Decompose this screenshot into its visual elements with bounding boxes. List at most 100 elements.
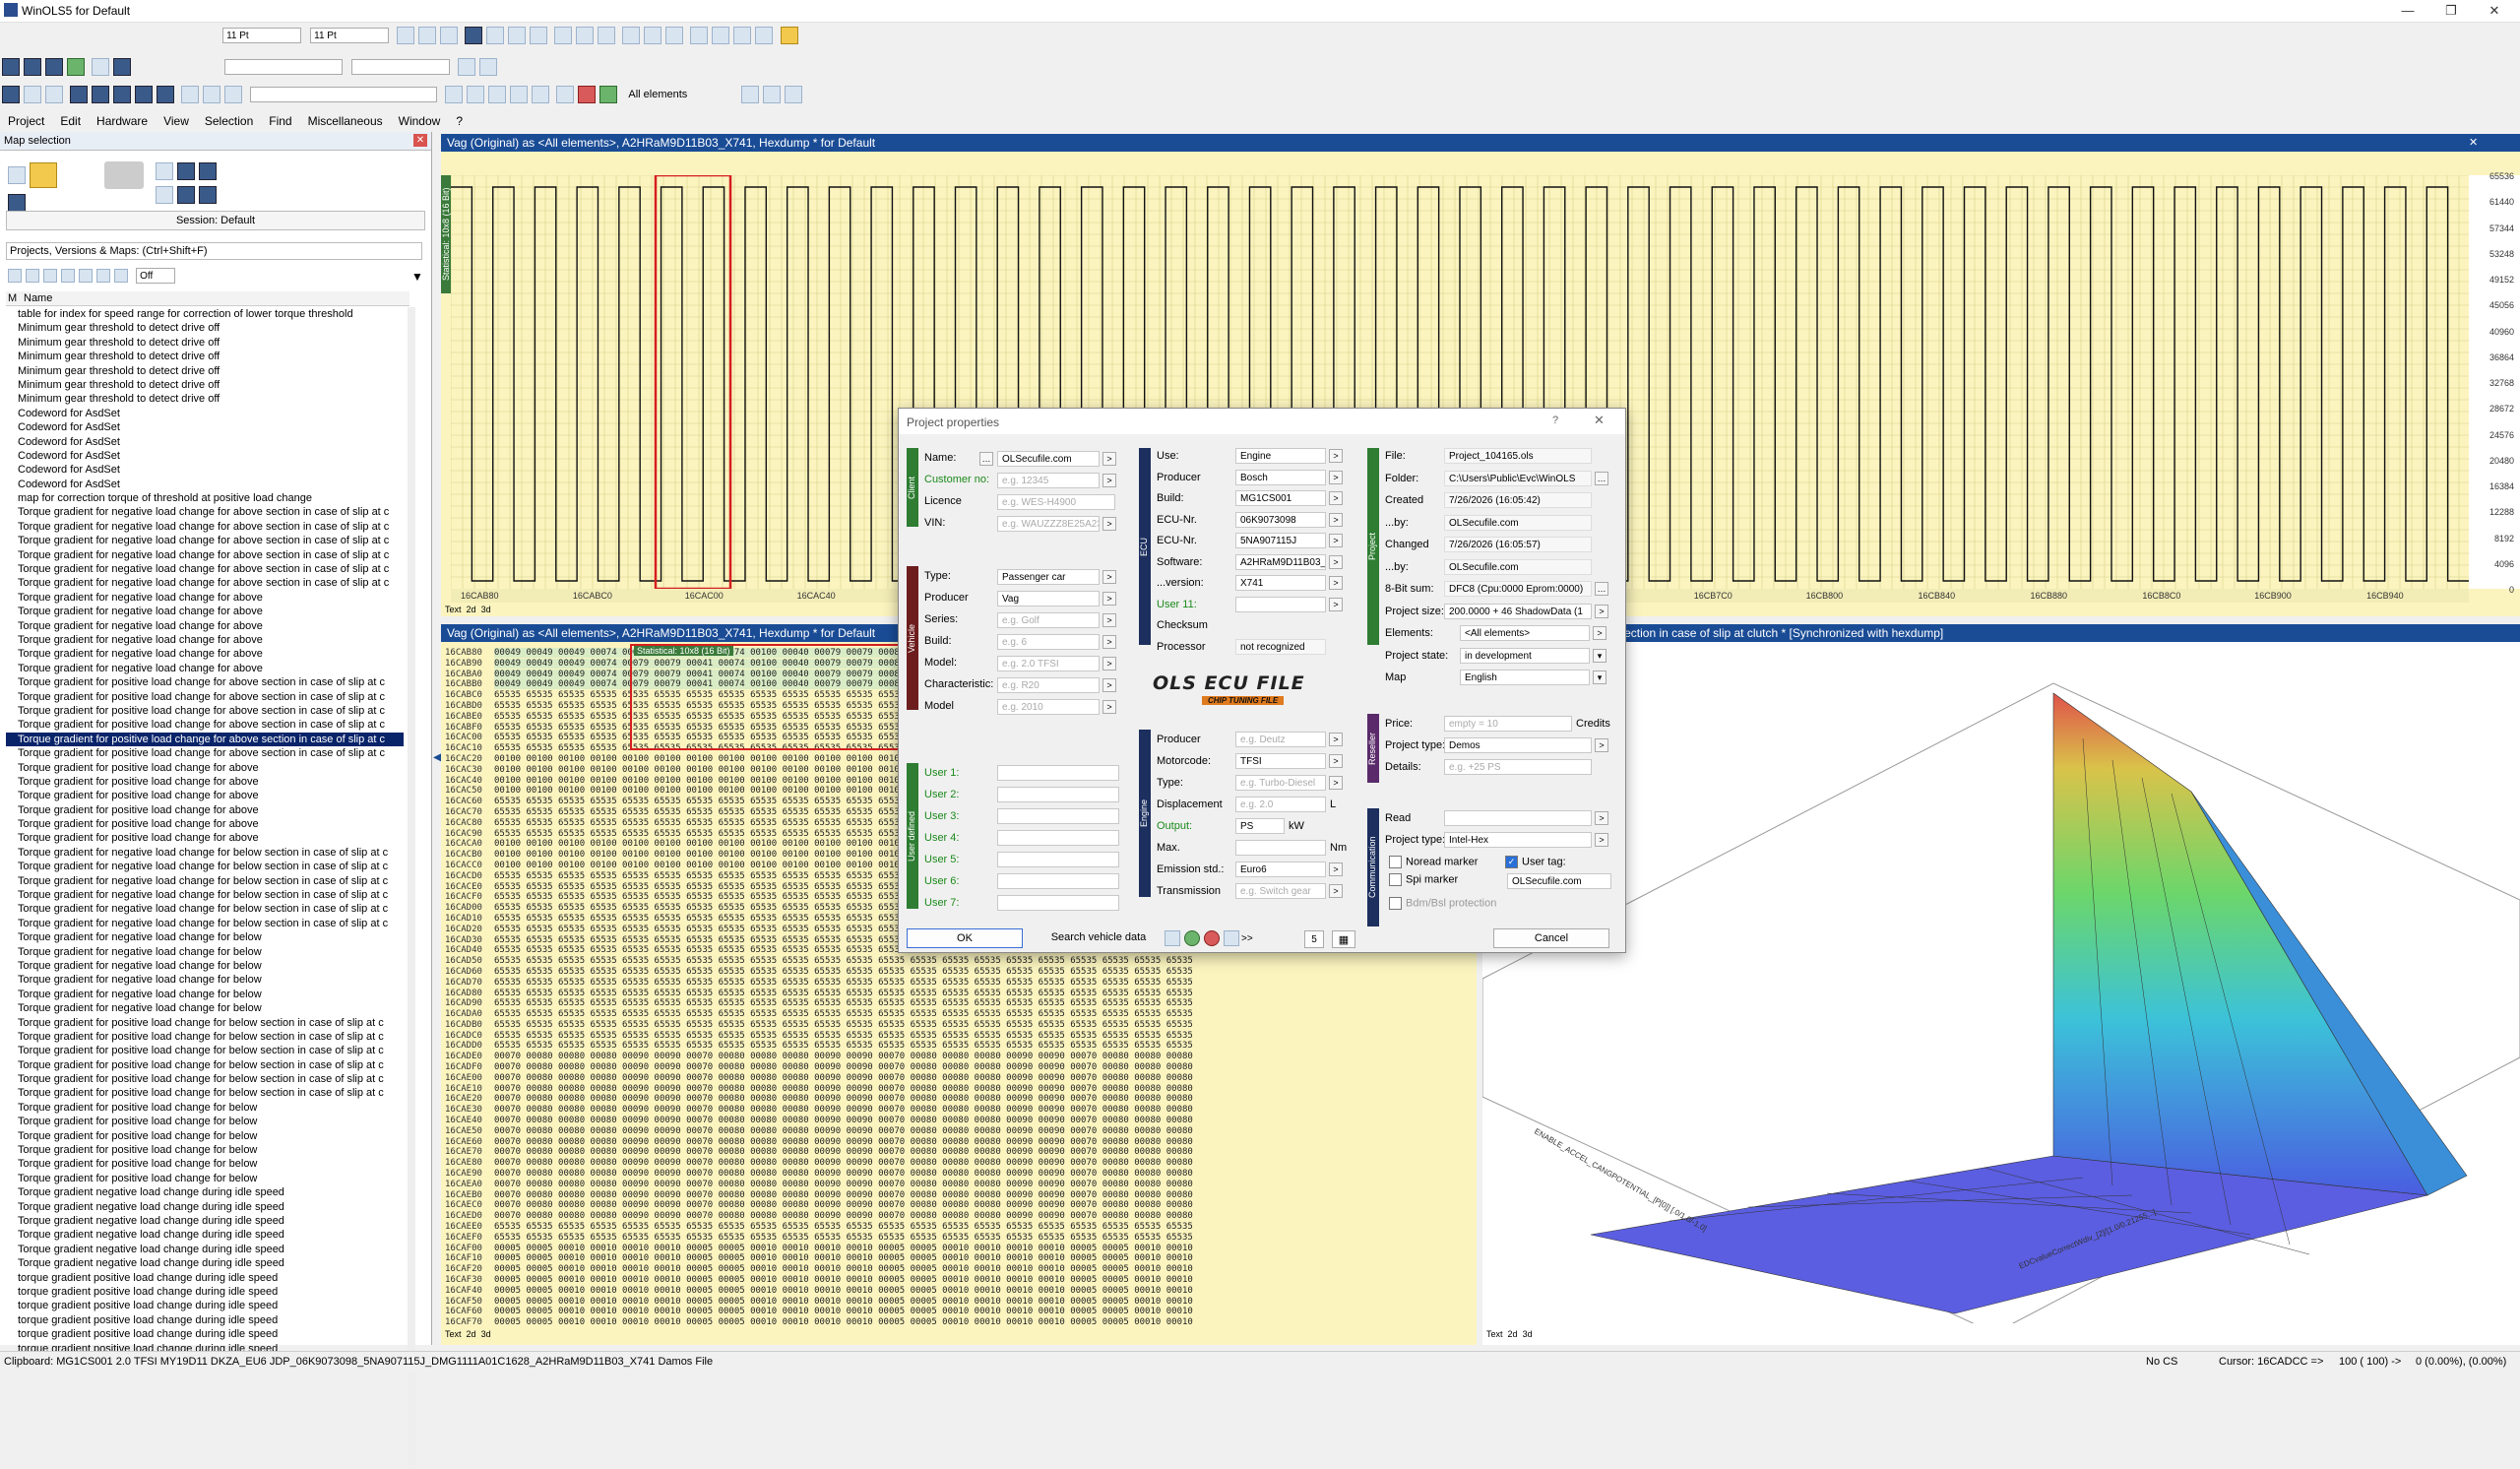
map-list-item[interactable]: Minimum gear threshold to detect drive o… [6, 364, 404, 378]
calc-button[interactable]: ▦ [1332, 930, 1355, 948]
dialog-close-button[interactable]: ✕ [1594, 413, 1605, 428]
sum-button[interactable]: … [1595, 582, 1608, 596]
engine-type-button[interactable]: > [1329, 776, 1343, 790]
map-list-item[interactable]: Torque gradient for negative load change… [6, 591, 404, 605]
menu-help[interactable]: ? [448, 112, 471, 130]
pointer-left-icon[interactable] [445, 86, 464, 103]
hex-row[interactable]: 16CAE70 00070 00080 00080 00080 00090 000… [441, 1147, 1477, 1158]
chart-panel-close[interactable]: ✕ [2469, 136, 2478, 149]
map-list-item[interactable]: Torque gradient for negative load change… [6, 534, 404, 547]
map-list-item[interactable]: Torque gradient negative load change dur… [6, 1200, 404, 1214]
count-field[interactable]: 5 [1304, 930, 1324, 948]
characteristic-field[interactable]: e.g. R20 [997, 677, 1100, 693]
first-icon[interactable] [70, 86, 89, 103]
hex-row[interactable]: 16CAE00 00070 00080 00080 00080 00090 000… [441, 1073, 1477, 1084]
hex-row[interactable]: 16CAE40 00070 00080 00080 00080 00090 000… [441, 1116, 1477, 1126]
customer-field[interactable]: e.g. 12345 [997, 473, 1100, 488]
hex-row[interactable]: 16CAE30 00070 00080 00080 00080 00090 000… [441, 1105, 1477, 1116]
view3d-tab-2d[interactable]: 2d [1508, 1329, 1518, 1339]
customer-arrow-button[interactable]: > [1102, 474, 1116, 487]
map-list-item[interactable]: Codeword for AsdSet [6, 435, 404, 449]
import-folder-icon[interactable] [104, 161, 144, 189]
vehicle-db-icon[interactable] [1165, 930, 1180, 946]
hex-row[interactable]: 16CAF30 00005 00005 00010 00010 00010 000… [441, 1275, 1477, 1286]
view3d-tab-text[interactable]: Text [1486, 1329, 1503, 1339]
max-field[interactable] [1235, 840, 1326, 856]
more-icon[interactable]: >> [1241, 933, 1253, 944]
map-list-item[interactable]: Torque gradient for positive load change… [6, 817, 404, 831]
last-icon[interactable] [157, 86, 175, 103]
ecu-nr-button[interactable]: > [1329, 512, 1343, 527]
hex-tab-3d[interactable]: 3d [481, 1329, 491, 1339]
map-list-item[interactable]: Torque gradient for positive load change… [6, 831, 404, 845]
ecu-producer-field[interactable]: Bosch [1235, 469, 1326, 485]
engine-producer-field[interactable]: e.g. Deutz [1235, 732, 1326, 747]
map-list-item[interactable]: Torque gradient for negative load change… [6, 917, 404, 930]
map-list-item[interactable]: Torque gradient for negative load change… [6, 520, 404, 534]
dec-view-icon[interactable] [486, 27, 505, 44]
font-size-combo-2[interactable]: 11 Pt [310, 28, 390, 43]
map-list-item[interactable]: Torque gradient for positive load change… [6, 718, 404, 732]
address-combo[interactable] [351, 59, 451, 75]
chart-tab-text[interactable]: Text [445, 605, 462, 614]
model-year-button[interactable]: > [1102, 700, 1116, 714]
map-list-item[interactable]: Torque gradient for positive load change… [6, 690, 404, 704]
hex-row[interactable]: 16CAD80 65535 65535 65535 65535 65535 655… [441, 989, 1477, 999]
print-icon[interactable] [2, 86, 20, 103]
map-window-icon[interactable] [45, 86, 63, 103]
orig-icon[interactable] [733, 27, 752, 44]
hex-row[interactable]: 16CAEC0 00070 00080 00080 00080 00090 000… [441, 1200, 1477, 1211]
hex-row[interactable]: 16CAE80 00070 00080 00080 00080 00090 000… [441, 1158, 1477, 1169]
list-icon[interactable] [114, 269, 128, 283]
hex-row[interactable]: 16CAEF0 65535 65535 65535 65535 65535 655… [441, 1233, 1477, 1244]
state-field[interactable]: in development [1460, 647, 1590, 664]
map-list-item[interactable]: Torque gradient for negative load change… [6, 1001, 404, 1015]
map-list-item[interactable]: Codeword for AsdSet [6, 407, 404, 420]
hex-row[interactable]: 16CAF10 00005 00005 00010 00010 00010 000… [441, 1253, 1477, 1264]
user-field-input[interactable] [997, 787, 1119, 802]
map-list-item[interactable]: Torque gradient for negative load change… [6, 988, 404, 1001]
factor-icon[interactable] [712, 27, 730, 44]
delta-icon[interactable] [690, 27, 709, 44]
vin-arrow-button[interactable]: > [1102, 517, 1116, 531]
hex-row[interactable]: 16CAEA0 00070 00080 00080 00080 00090 000… [441, 1180, 1477, 1190]
map-list-item[interactable]: Torque gradient negative load change dur… [6, 1243, 404, 1256]
version-field[interactable]: X741 [1235, 575, 1326, 591]
map-list-item[interactable]: Torque gradient for positive load change… [6, 1115, 404, 1128]
user11-field[interactable] [1235, 596, 1326, 612]
hex-row[interactable]: 16CADF0 00070 00080 00080 00080 00090 000… [441, 1062, 1477, 1073]
map-add-icon[interactable] [599, 86, 618, 103]
map-list-item[interactable]: Torque gradient for positive load change… [6, 675, 404, 689]
columns-icon[interactable] [440, 27, 459, 44]
filter-off-toggle[interactable]: Off [136, 268, 176, 284]
hash-icon[interactable] [644, 27, 662, 44]
lock-icon[interactable] [510, 86, 529, 103]
menu-selection[interactable]: Selection [197, 112, 261, 130]
grid-icon[interactable] [397, 27, 415, 44]
output-field[interactable]: PS [1235, 818, 1285, 834]
font-size-combo-1[interactable]: 11 Pt [222, 28, 302, 43]
map-list-item[interactable]: Torque gradient negative load change dur… [6, 1228, 404, 1242]
map-list-item[interactable]: Torque gradient for positive load change… [6, 1101, 404, 1115]
compare-icon[interactable] [203, 86, 221, 103]
lohi-icon[interactable] [576, 27, 595, 44]
menu-view[interactable]: View [156, 112, 197, 130]
map-list-item[interactable]: Codeword for AsdSet [6, 478, 404, 491]
mark-filter-icon[interactable] [79, 269, 93, 283]
vehicle-type-button[interactable]: > [1102, 570, 1116, 584]
map-list-item[interactable]: Torque gradient for positive load change… [6, 1172, 404, 1185]
map-list-item[interactable]: Torque gradient for negative load change… [6, 959, 404, 973]
close-button[interactable]: ✕ [2473, 2, 2516, 20]
menu-hardware[interactable]: Hardware [89, 112, 156, 130]
vehicle-producer-button[interactable]: > [1102, 592, 1116, 606]
hex-row[interactable]: 16CAD50 65535 65535 65535 65535 65535 655… [441, 956, 1477, 967]
characteristic-button[interactable]: > [1102, 678, 1116, 692]
map-list-item[interactable]: Codeword for AsdSet [6, 449, 404, 463]
signed-icon[interactable] [598, 27, 616, 44]
project-filter-combo[interactable]: Projects, Versions & Maps: (Ctrl+Shift+F… [6, 242, 422, 260]
forward-icon[interactable] [479, 58, 498, 76]
build-button[interactable]: > [1102, 635, 1116, 649]
hex-row[interactable]: 16CADA0 65535 65535 65535 65535 65535 655… [441, 1009, 1477, 1020]
vehicle-producer-field[interactable]: Vag [997, 591, 1100, 607]
settings-icon[interactable] [741, 86, 760, 103]
